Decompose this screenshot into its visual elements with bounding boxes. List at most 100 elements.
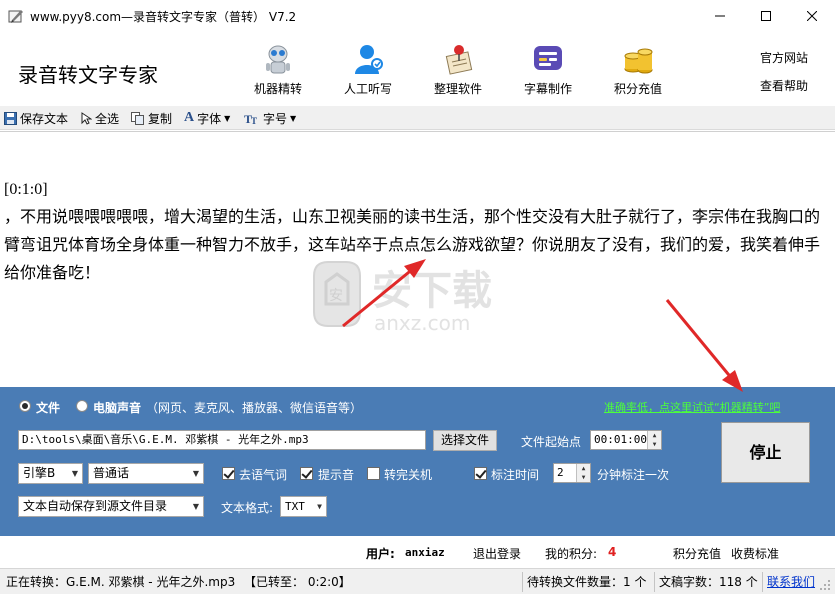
nav-organize-software[interactable]: 整理软件 [418,42,498,102]
transcript-text: [0:1:0] ，不用说喂喂喂喂喂，增大渴望的生活，山东卫视美丽的读书生活，那个… [4,176,826,288]
svg-text:安: 安 [329,288,343,304]
subtitle-icon [534,46,562,70]
status-progress: 【已转至： 0:2:0】 [244,575,351,589]
title-bar: www.pyy8.com—录音转文字专家（普转） V7.2 [0,0,835,32]
mark-interval-suffix: 分钟标注一次 [597,468,670,482]
logout-link[interactable]: 退出登录 [473,545,521,562]
chevron-down-icon: ▼ [192,469,199,478]
nav-manual-dictation[interactable]: 人工听写 [328,42,408,102]
contact-link[interactable]: 联系我们 [767,572,815,592]
user-info-row: 用户: anxiaz 退出登录 我的积分: 4 积分充值 收费标准 [0,536,835,568]
app-logo-icon [8,10,23,23]
font-size-dropdown[interactable]: T T 字号 ▼ [244,110,296,126]
status-pending: 待转换文件数量：1 个 [527,575,647,589]
pricing-link[interactable]: 收费标准 [731,545,779,562]
coins-icon [624,48,653,74]
font-label: 字体 [197,111,222,126]
points-label: 我的积分: [545,547,598,561]
copy-button[interactable]: 复制 [131,110,172,126]
remove-filler-checkbox[interactable] [222,467,235,480]
prompt-sound-checkbox[interactable] [300,467,313,480]
start-point-label: 文件起始点 [521,435,582,449]
status-divider [522,572,523,592]
font-dropdown[interactable]: A 字体 ▼ [184,110,230,126]
start-point-input[interactable]: 00:01:00 ▲ ▼ [590,430,662,450]
chevron-down-icon: ▼ [317,502,322,511]
choose-file-button[interactable]: 选择文件 [433,430,497,451]
save-text-button[interactable]: 保存文本 [4,110,68,126]
text-format-label: 文本格式: [221,501,274,515]
copy-label: 复制 [148,111,173,126]
save-icon [4,111,17,125]
source-pc-label: 电脑声音 [93,401,142,415]
chevron-down-icon: ▼ [224,113,231,123]
nav-label: 人工听写 [343,82,392,96]
remove-filler-label: 去语气词 [239,468,288,482]
header: 录音转文字专家 机器精转 人工听写 整理软件 字幕制作 积分充值 官方网站 查看… [0,32,835,106]
source-pc-radio[interactable] [76,400,88,412]
select-all-label: 全选 [95,111,120,126]
watermark-url: anxz.com [374,311,470,335]
save-text-label: 保存文本 [20,111,69,126]
source-pc-hint: （网页、麦克风、播放器、微信语音等） [146,401,363,415]
minimize-icon[interactable] [697,0,743,32]
language-select[interactable]: 普通话 ▼ [88,463,204,484]
transcript-editor[interactable]: 安 安下载 anxz.com [0:1:0] ，不用说喂喂喂喂喂，增大渴望的生活… [0,131,835,387]
shutdown-checkbox[interactable] [367,467,380,480]
start-point-value: 00:01:00 [594,433,647,446]
language-value: 普通话 [93,466,130,480]
window-title: www.pyy8.com—录音转文字专家（普转） V7.2 [30,10,297,24]
mark-interval-value: 2 [557,466,564,479]
nav-points-recharge[interactable]: 积分充值 [598,42,678,102]
font-size-label: 字号 [263,111,288,126]
pin-notebook-icon [445,45,473,75]
autosave-select[interactable]: 文本自动保存到源文件目录 ▼ [18,496,204,517]
chevron-down-icon: ▼ [192,502,199,511]
points-value: 4 [608,545,617,559]
spin-arrows-icon[interactable]: ▲ ▼ [576,464,590,482]
nav-subtitle-making[interactable]: 字幕制作 [508,42,588,102]
chevron-down-icon: ▼ [290,113,297,123]
engine-value: 引擎B [23,466,56,480]
control-panel: 文件 电脑声音 （网页、麦克风、播放器、微信语音等） 准确率低，点这里试试“机器… [0,387,835,536]
file-path-input[interactable]: D:\tools\桌面\音乐\G.E.M. 邓紫棋 - 光年之外.mp3 [18,430,426,450]
user-label: 用户: [366,547,395,561]
help-link[interactable]: 查看帮助 [760,77,808,94]
maximize-icon[interactable] [743,0,789,32]
robot-icon [266,45,290,74]
stop-button[interactable]: 停止 [721,422,810,483]
chevron-down-icon: ▼ [71,469,78,478]
text-format-select[interactable]: TXT ▼ [280,496,327,517]
mark-time-checkbox[interactable] [474,467,487,480]
transcript-body: ，不用说喂喂喂喂喂，增大渴望的生活，山东卫视美丽的读书生活，那个性交没有大肚子就… [4,209,821,282]
shutdown-label: 转完关机 [384,468,433,482]
accuracy-tip-link[interactable]: 准确率低，点这里试试“机器精转”吧 [604,399,780,415]
mark-interval-input[interactable]: 2 ▲ ▼ [553,463,591,483]
source-file-radio[interactable] [19,400,31,412]
font-size-icon: T T [244,112,257,125]
select-all-button[interactable]: 全选 [80,110,119,126]
official-site-link[interactable]: 官方网站 [760,49,808,66]
user-name: anxiaz [405,546,445,559]
resize-grip-icon[interactable] [819,579,831,591]
nav-label: 机器精转 [253,82,302,96]
source-file-label: 文件 [36,401,61,415]
nav-label: 字幕制作 [523,82,572,96]
status-converting: 正在转换：G.E.M. 邓紫棋 - 光年之外.mp3 [6,575,236,589]
copy-icon [131,111,144,125]
transcript-timestamp: [0:1:0] [4,181,48,198]
mark-time-label: 标注时间 [491,468,540,482]
cursor-icon [81,111,92,125]
status-bar: 正在转换：G.E.M. 邓紫棋 - 光年之外.mp3 【已转至： 0:2:0】 … [0,568,835,594]
nav-machine-transcribe[interactable]: 机器精转 [238,42,318,102]
status-divider [762,572,763,592]
app-name: 录音转文字专家 [18,63,158,87]
prompt-sound-label: 提示音 [318,468,355,482]
autosave-value: 文本自动保存到源文件目录 [23,499,168,513]
spin-arrows-icon[interactable]: ▲ ▼ [647,431,661,449]
close-icon[interactable] [789,0,835,32]
engine-select[interactable]: 引擎B ▼ [18,463,83,484]
format-toolbar: 保存文本 全选 复制 A 字体 ▼ T T 字号 ▼ [0,106,835,130]
recharge-link[interactable]: 积分充值 [673,545,721,562]
text-format-value: TXT [285,500,305,513]
